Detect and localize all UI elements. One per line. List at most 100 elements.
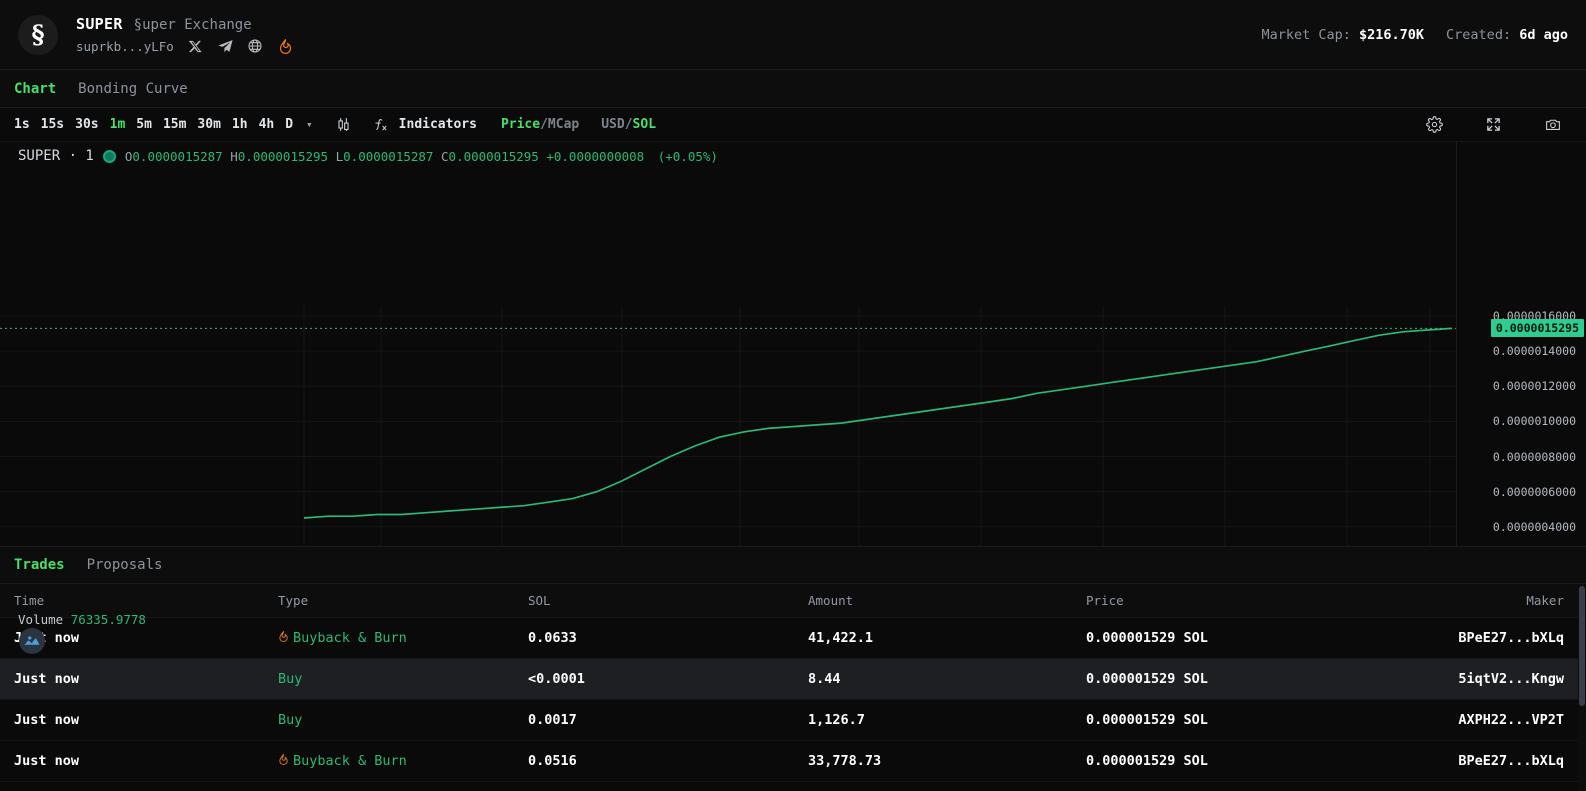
trades-table-head: Time Type SOL Amount Price Maker: [0, 584, 1578, 618]
token-symbol: SUPER: [76, 15, 123, 33]
high-value: 0.0000015295: [238, 149, 328, 164]
price-tick-label: 0.0000006000: [1493, 485, 1576, 499]
cell-time: Just now: [0, 659, 278, 700]
chart-toolbar: 1s 15s 30s 1m 5m 15m 30m 1h 4h D ▾ Indic…: [0, 108, 1586, 142]
timeframe-15m[interactable]: 15m: [163, 117, 186, 132]
tab-proposals[interactable]: Proposals: [87, 557, 163, 573]
fullscreen-icon[interactable]: [1485, 116, 1502, 133]
timeframe-30m[interactable]: 30m: [197, 117, 220, 132]
price-axis[interactable]: 0.00000160000.00000140000.00000120000.00…: [1456, 142, 1586, 554]
cell-type: Buy: [278, 700, 528, 741]
column-header-price[interactable]: Price: [1086, 584, 1426, 618]
column-header-sol[interactable]: SOL: [528, 584, 808, 618]
table-row[interactable]: Just nowBuy<0.00018.440.000001529 SOL5iq…: [0, 659, 1578, 700]
cell-amount: 1,126.7: [808, 700, 1086, 741]
table-row[interactable]: Just nowBuyback & Burn0.063341,422.10.00…: [0, 618, 1578, 659]
timeframe-1s[interactable]: 1s: [14, 117, 30, 132]
column-header-maker[interactable]: Maker: [1426, 584, 1578, 618]
flame-icon[interactable]: [277, 38, 294, 55]
price-tick-label: 0.0000004000: [1493, 520, 1576, 534]
camera-icon[interactable]: [1544, 116, 1562, 133]
usd-option[interactable]: USD: [601, 117, 624, 132]
cell-maker[interactable]: AXPH22...VP2T: [1426, 700, 1578, 741]
tab-trades[interactable]: Trades: [14, 557, 65, 573]
trades-table: Time Type SOL Amount Price Maker Just no…: [0, 584, 1578, 782]
change-percent: (+0.05%): [658, 149, 718, 164]
candlestick-icon[interactable]: [335, 116, 352, 133]
trade-type: Buyback & Burn: [278, 753, 528, 769]
price-mcap-toggle[interactable]: Price/MCap: [501, 117, 579, 132]
current-price-badge: 0.0000015295: [1491, 319, 1584, 337]
cell-amount: 41,422.1: [808, 618, 1086, 659]
cell-sol: 0.0516: [528, 741, 808, 782]
token-logo: §: [18, 15, 58, 55]
table-header-row: Time Type SOL Amount Price Maker: [0, 584, 1578, 618]
cell-sol: 0.0633: [528, 618, 808, 659]
ohlc-values: O0.0000015287 H0.0000015295 L0.000001528…: [125, 149, 718, 164]
table-row[interactable]: Just nowBuy 0.00171,126.70.000001529 SOLA…: [0, 700, 1578, 741]
gear-icon[interactable]: [1426, 116, 1443, 133]
telegram-icon[interactable]: [217, 38, 234, 55]
chart-legend: SUPER · 1 O0.0000015287 H0.0000015295 L0…: [18, 148, 718, 164]
indicators-icon[interactable]: [372, 116, 389, 133]
timeframe-1h[interactable]: 1h: [232, 117, 248, 132]
created-label: Created:: [1446, 27, 1511, 43]
cell-type: Buy: [278, 659, 528, 700]
tab-bonding-curve[interactable]: Bonding Curve: [78, 81, 188, 97]
usd-sol-toggle[interactable]: USD/SOL: [601, 117, 656, 132]
volume-indicator-icon[interactable]: [19, 628, 45, 654]
cell-sol: 0.0017: [528, 700, 808, 741]
cell-time: Just now: [0, 700, 278, 741]
price-tick-label: 0.0000008000: [1493, 450, 1576, 464]
trades-scrollbar[interactable]: [1578, 584, 1586, 791]
column-header-type[interactable]: Type: [278, 584, 528, 618]
timeframe-4h[interactable]: 4h: [259, 117, 275, 132]
trade-type-label: Buyback & Burn: [293, 630, 407, 646]
mcap-option[interactable]: MCap: [548, 117, 579, 132]
timeframe-15s[interactable]: 15s: [41, 117, 64, 132]
created-value: 6d ago: [1519, 27, 1568, 43]
cell-amount: 33,778.73: [808, 741, 1086, 782]
timeframe-1m[interactable]: 1m: [110, 117, 126, 132]
volume-label: Volume: [18, 612, 63, 627]
timeframe-d[interactable]: D: [285, 117, 293, 132]
volume-legend: Volume 76335.9778: [18, 612, 146, 627]
header-stats: Market Cap: $216.70K Created: 6d ago: [1261, 27, 1568, 43]
tab-chart[interactable]: Chart: [14, 81, 56, 97]
cell-maker[interactable]: 5iqtV2...Kngw: [1426, 659, 1578, 700]
trade-type-label: Buy: [278, 712, 302, 728]
scrollbar-thumb[interactable]: [1579, 586, 1585, 706]
low-key: L: [336, 149, 344, 164]
market-cap-stat: Market Cap: $216.70K: [1261, 27, 1424, 43]
indicators-button[interactable]: Indicators: [399, 117, 477, 132]
table-row[interactable]: Just nowBuyback & Burn0.051633,778.730.0…: [0, 741, 1578, 782]
chevron-down-icon[interactable]: ▾: [306, 118, 313, 131]
close-value: 0.0000015295: [449, 149, 539, 164]
cell-type: Buyback & Burn: [278, 741, 528, 782]
price-plot[interactable]: [0, 142, 1456, 554]
sol-option[interactable]: SOL: [633, 117, 656, 132]
timeframe-30s[interactable]: 30s: [75, 117, 98, 132]
globe-icon[interactable]: [247, 38, 264, 55]
cell-maker[interactable]: BPeE27...bXLq: [1426, 618, 1578, 659]
trade-type: Buy: [278, 712, 528, 728]
trades-table-wrap[interactable]: Time Type SOL Amount Price Maker Just no…: [0, 584, 1586, 791]
cell-maker[interactable]: BPeE27...bXLq: [1426, 741, 1578, 782]
cell-time: Just now: [0, 741, 278, 782]
column-header-amount[interactable]: Amount: [808, 584, 1086, 618]
x-icon[interactable]: [187, 38, 204, 55]
chart-area[interactable]: SUPER · 1 O0.0000015287 H0.0000015295 L0…: [0, 142, 1586, 554]
series-visibility-icon[interactable]: [103, 150, 116, 163]
change-absolute: +0.0000000008: [546, 149, 644, 164]
token-address[interactable]: suprkb...yLFo: [76, 39, 174, 54]
price-tick-label: 0.0000010000: [1493, 414, 1576, 428]
created-stat: Created: 6d ago: [1446, 27, 1568, 43]
cell-price: 0.000001529 SOL: [1086, 700, 1426, 741]
flame-icon: [278, 753, 289, 769]
open-value: 0.0000015287: [132, 149, 222, 164]
timeframe-5m[interactable]: 5m: [136, 117, 152, 132]
view-tabs: Chart Bonding Curve: [0, 70, 1586, 108]
price-option[interactable]: Price: [501, 117, 540, 132]
volume-value: 76335.9778: [71, 612, 146, 627]
cell-sol: <0.0001: [528, 659, 808, 700]
